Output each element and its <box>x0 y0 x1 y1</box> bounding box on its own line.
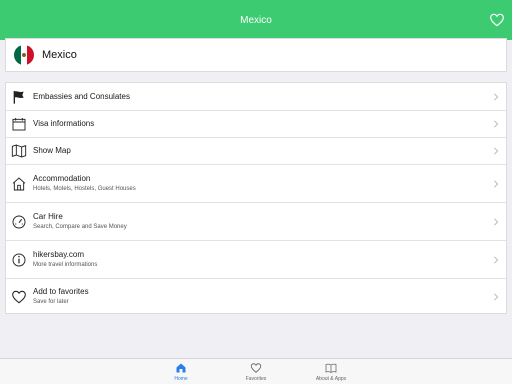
chevron-right-icon <box>494 255 499 264</box>
flag-icon <box>13 90 24 104</box>
heart-icon[interactable] <box>489 12 505 28</box>
menu-item-subtitle: Save for later <box>33 298 69 305</box>
tab-about-apps[interactable]: About & Apps <box>301 360 361 384</box>
tab-favorites[interactable]: Favorites <box>226 360 286 384</box>
menu-item-title: Accommodation <box>33 173 91 183</box>
house-icon <box>12 176 26 190</box>
calendar-icon <box>12 118 26 131</box>
mexico-flag-icon <box>14 45 34 65</box>
map-icon <box>11 144 27 158</box>
app-bar: Mexico <box>0 0 512 40</box>
tab-label: About & Apps <box>315 376 347 382</box>
menu-item-subtitle: More travel informations <box>33 261 98 268</box>
menu-item-map[interactable]: Show Map <box>6 137 506 164</box>
menu-item-add-favorites[interactable]: Add to favorites Save for later <box>6 278 506 314</box>
chevron-right-icon <box>494 92 499 101</box>
tab-label: Favorites <box>245 376 267 382</box>
menu-item-visa[interactable]: Visa informations <box>6 110 506 137</box>
tab-bar: Home Favorites About & Apps <box>0 358 512 384</box>
country-header: Mexico <box>5 38 507 72</box>
chevron-right-icon <box>494 292 499 301</box>
menu-item-car-hire[interactable]: Car Hire Search, Compare and Save Money <box>6 202 506 240</box>
chevron-right-icon <box>494 120 499 128</box>
tab-label: Home <box>174 376 188 382</box>
menu-item-title: Embassies and Consulates <box>33 91 130 101</box>
page-title: Mexico <box>240 14 272 26</box>
menu-item-subtitle: Search, Compare and Save Money <box>33 223 127 230</box>
menu-item-accommodation[interactable]: Accommodation Hotels, Motels, Hostels, G… <box>6 164 506 202</box>
tab-home[interactable]: Home <box>151 360 211 384</box>
chevron-right-icon <box>494 179 499 188</box>
menu-item-subtitle: Hotels, Motels, Hostels, Guest Houses <box>33 185 136 192</box>
chevron-right-icon <box>494 217 499 226</box>
menu-item-title: Car Hire <box>33 211 63 221</box>
menu-item-title: Add to favorites <box>33 286 89 296</box>
country-name: Mexico <box>42 49 77 61</box>
menu-item-embassies[interactable]: Embassies and Consulates <box>6 83 506 110</box>
chevron-right-icon <box>494 147 499 155</box>
menu-item-title: hikersbay.com <box>33 249 84 259</box>
menu-list: Embassies and Consulates Visa informatio… <box>5 82 507 314</box>
menu-item-hikersbay[interactable]: hikersbay.com More travel informations <box>6 240 506 278</box>
menu-item-title: Visa informations <box>33 119 95 128</box>
menu-item-title: Show Map <box>33 146 71 155</box>
heart-icon <box>250 363 262 373</box>
book-icon <box>325 363 337 373</box>
heart-icon <box>12 290 26 303</box>
speedometer-icon <box>12 215 26 228</box>
info-icon <box>12 253 26 266</box>
home-icon <box>176 363 186 373</box>
